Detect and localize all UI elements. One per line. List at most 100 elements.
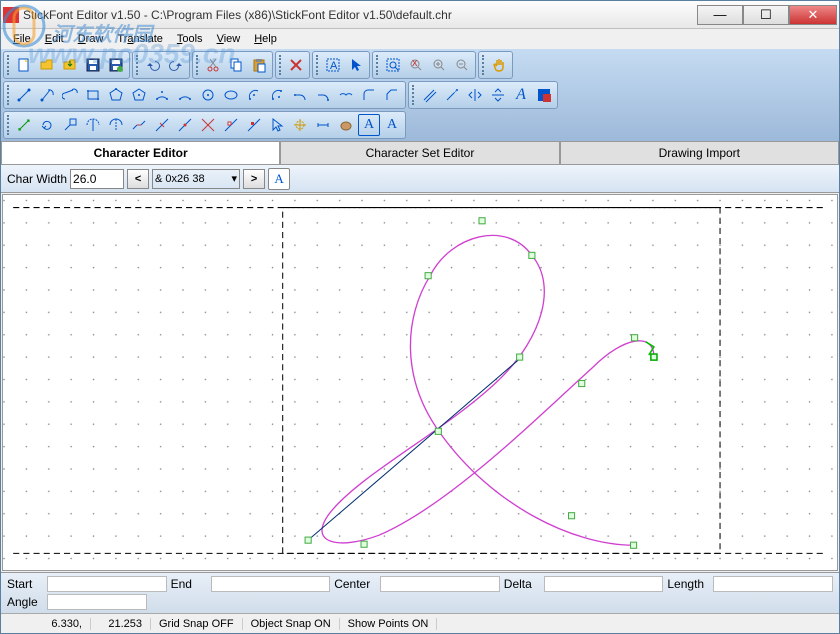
end-label: End	[171, 577, 207, 591]
arc-se-icon[interactable]	[243, 84, 265, 106]
new-icon[interactable]	[13, 54, 35, 76]
menu-edit[interactable]: Edit	[39, 31, 70, 47]
extend-icon[interactable]	[441, 84, 463, 106]
angle-label: Angle	[7, 595, 43, 609]
arc-tan2-icon[interactable]	[312, 84, 334, 106]
line-tan-icon[interactable]	[36, 84, 58, 106]
app-icon	[3, 7, 19, 23]
node-del-icon[interactable]	[243, 114, 265, 136]
angle-field[interactable]	[47, 594, 147, 610]
menu-translate[interactable]: Translate	[111, 31, 168, 47]
fillet-icon[interactable]	[358, 84, 380, 106]
origin-icon[interactable]	[289, 114, 311, 136]
arc-tan-icon[interactable]	[289, 84, 311, 106]
arc-tt-icon[interactable]	[335, 84, 357, 106]
zoom-out-icon[interactable]	[451, 54, 473, 76]
poly-c-icon[interactable]	[128, 84, 150, 106]
titlebar: StickFont Editor v1.50 - C:\Program File…	[1, 1, 839, 29]
break-icon[interactable]	[128, 114, 150, 136]
save-icon[interactable]	[82, 54, 104, 76]
pan-icon[interactable]	[488, 54, 510, 76]
drawing-canvas[interactable]	[2, 194, 838, 571]
menu-view[interactable]: View	[211, 31, 247, 47]
svg-text:A: A	[330, 60, 338, 72]
zoom-window-icon[interactable]	[382, 54, 404, 76]
color-icon[interactable]	[533, 84, 555, 106]
status-coord-y: 21.253	[91, 618, 151, 630]
chamfer-icon[interactable]	[381, 84, 403, 106]
char-a2-icon[interactable]: A	[381, 114, 403, 136]
info-panel: Start End Center Delta Length Angle	[1, 572, 839, 613]
tab-character-editor[interactable]: Character Editor	[1, 141, 280, 164]
length-field[interactable]	[713, 576, 833, 592]
arc-2p-icon[interactable]	[174, 84, 196, 106]
char-width-input[interactable]	[70, 169, 124, 189]
menu-tools[interactable]: Tools	[171, 31, 209, 47]
arc-sce-icon[interactable]	[266, 84, 288, 106]
measure-icon[interactable]	[312, 114, 334, 136]
italic-icon[interactable]: A	[510, 84, 532, 106]
end-field[interactable]	[211, 576, 331, 592]
arc-3p-icon[interactable]	[151, 84, 173, 106]
select-text-icon[interactable]: A	[322, 54, 344, 76]
ellipse-icon[interactable]	[220, 84, 242, 106]
clean-icon[interactable]	[335, 114, 357, 136]
line-tan2-icon[interactable]	[59, 84, 81, 106]
mirror-h-icon[interactable]	[464, 84, 486, 106]
rotate-icon[interactable]	[36, 114, 58, 136]
cut-icon[interactable]	[202, 54, 224, 76]
menu-file[interactable]: File	[7, 31, 37, 47]
char-width-label: Char Width	[7, 172, 67, 186]
delta-field[interactable]	[544, 576, 664, 592]
delete-icon[interactable]	[285, 54, 307, 76]
mirror-v-icon[interactable]	[487, 84, 509, 106]
center-field[interactable]	[380, 576, 500, 592]
minimize-button[interactable]: —	[697, 5, 743, 25]
zoom-reset-icon[interactable]: x	[405, 54, 427, 76]
node-add-icon[interactable]	[220, 114, 242, 136]
window-title: StickFont Editor v1.50 - C:\Program File…	[23, 8, 697, 22]
status-grid-snap[interactable]: Grid Snap OFF	[151, 618, 243, 630]
paste-icon[interactable]	[248, 54, 270, 76]
undo-icon[interactable]	[142, 54, 164, 76]
rect-icon[interactable]	[82, 84, 104, 106]
char-a-icon[interactable]: A	[358, 114, 380, 136]
tab-drawing-import[interactable]: Drawing Import	[560, 141, 839, 164]
tab-character-set-editor[interactable]: Character Set Editor	[280, 141, 559, 164]
import-icon[interactable]	[59, 54, 81, 76]
menu-draw[interactable]: Draw	[72, 31, 110, 47]
join-icon[interactable]	[174, 114, 196, 136]
offset-icon[interactable]	[418, 84, 440, 106]
saveas-icon[interactable]	[105, 54, 127, 76]
redo-icon[interactable]	[165, 54, 187, 76]
move-icon[interactable]	[13, 114, 35, 136]
close-button[interactable]: ✕	[789, 5, 837, 25]
length-label: Length	[667, 577, 709, 591]
delta-label: Delta	[504, 577, 540, 591]
copy-icon[interactable]	[225, 54, 247, 76]
circle-c-icon[interactable]	[197, 84, 219, 106]
scale-icon[interactable]	[59, 114, 81, 136]
status-object-snap[interactable]: Object Snap ON	[243, 618, 340, 630]
menu-help[interactable]: Help	[248, 31, 283, 47]
poly-icon[interactable]	[105, 84, 127, 106]
trim2-icon[interactable]	[105, 114, 127, 136]
statusbar: 6.330, 21.253 Grid Snap OFF Object Snap …	[1, 613, 839, 633]
trim-icon[interactable]	[82, 114, 104, 136]
prev-char-button[interactable]: <	[127, 169, 149, 189]
pointer-icon[interactable]	[345, 54, 367, 76]
cross-icon[interactable]	[197, 114, 219, 136]
preview-char-icon[interactable]: A	[268, 168, 290, 190]
split-icon[interactable]	[151, 114, 173, 136]
status-show-points[interactable]: Show Points ON	[340, 618, 438, 630]
line-icon[interactable]	[13, 84, 35, 106]
zoom-in-icon[interactable]	[428, 54, 450, 76]
center-label: Center	[334, 577, 376, 591]
next-char-button[interactable]: >	[243, 169, 265, 189]
pointer2-icon[interactable]	[266, 114, 288, 136]
maximize-button[interactable]: ☐	[743, 5, 789, 25]
start-field[interactable]	[47, 576, 167, 592]
svg-text:x: x	[412, 57, 418, 69]
char-select[interactable]: & 0x26 38▾	[152, 169, 240, 189]
open-icon[interactable]	[36, 54, 58, 76]
